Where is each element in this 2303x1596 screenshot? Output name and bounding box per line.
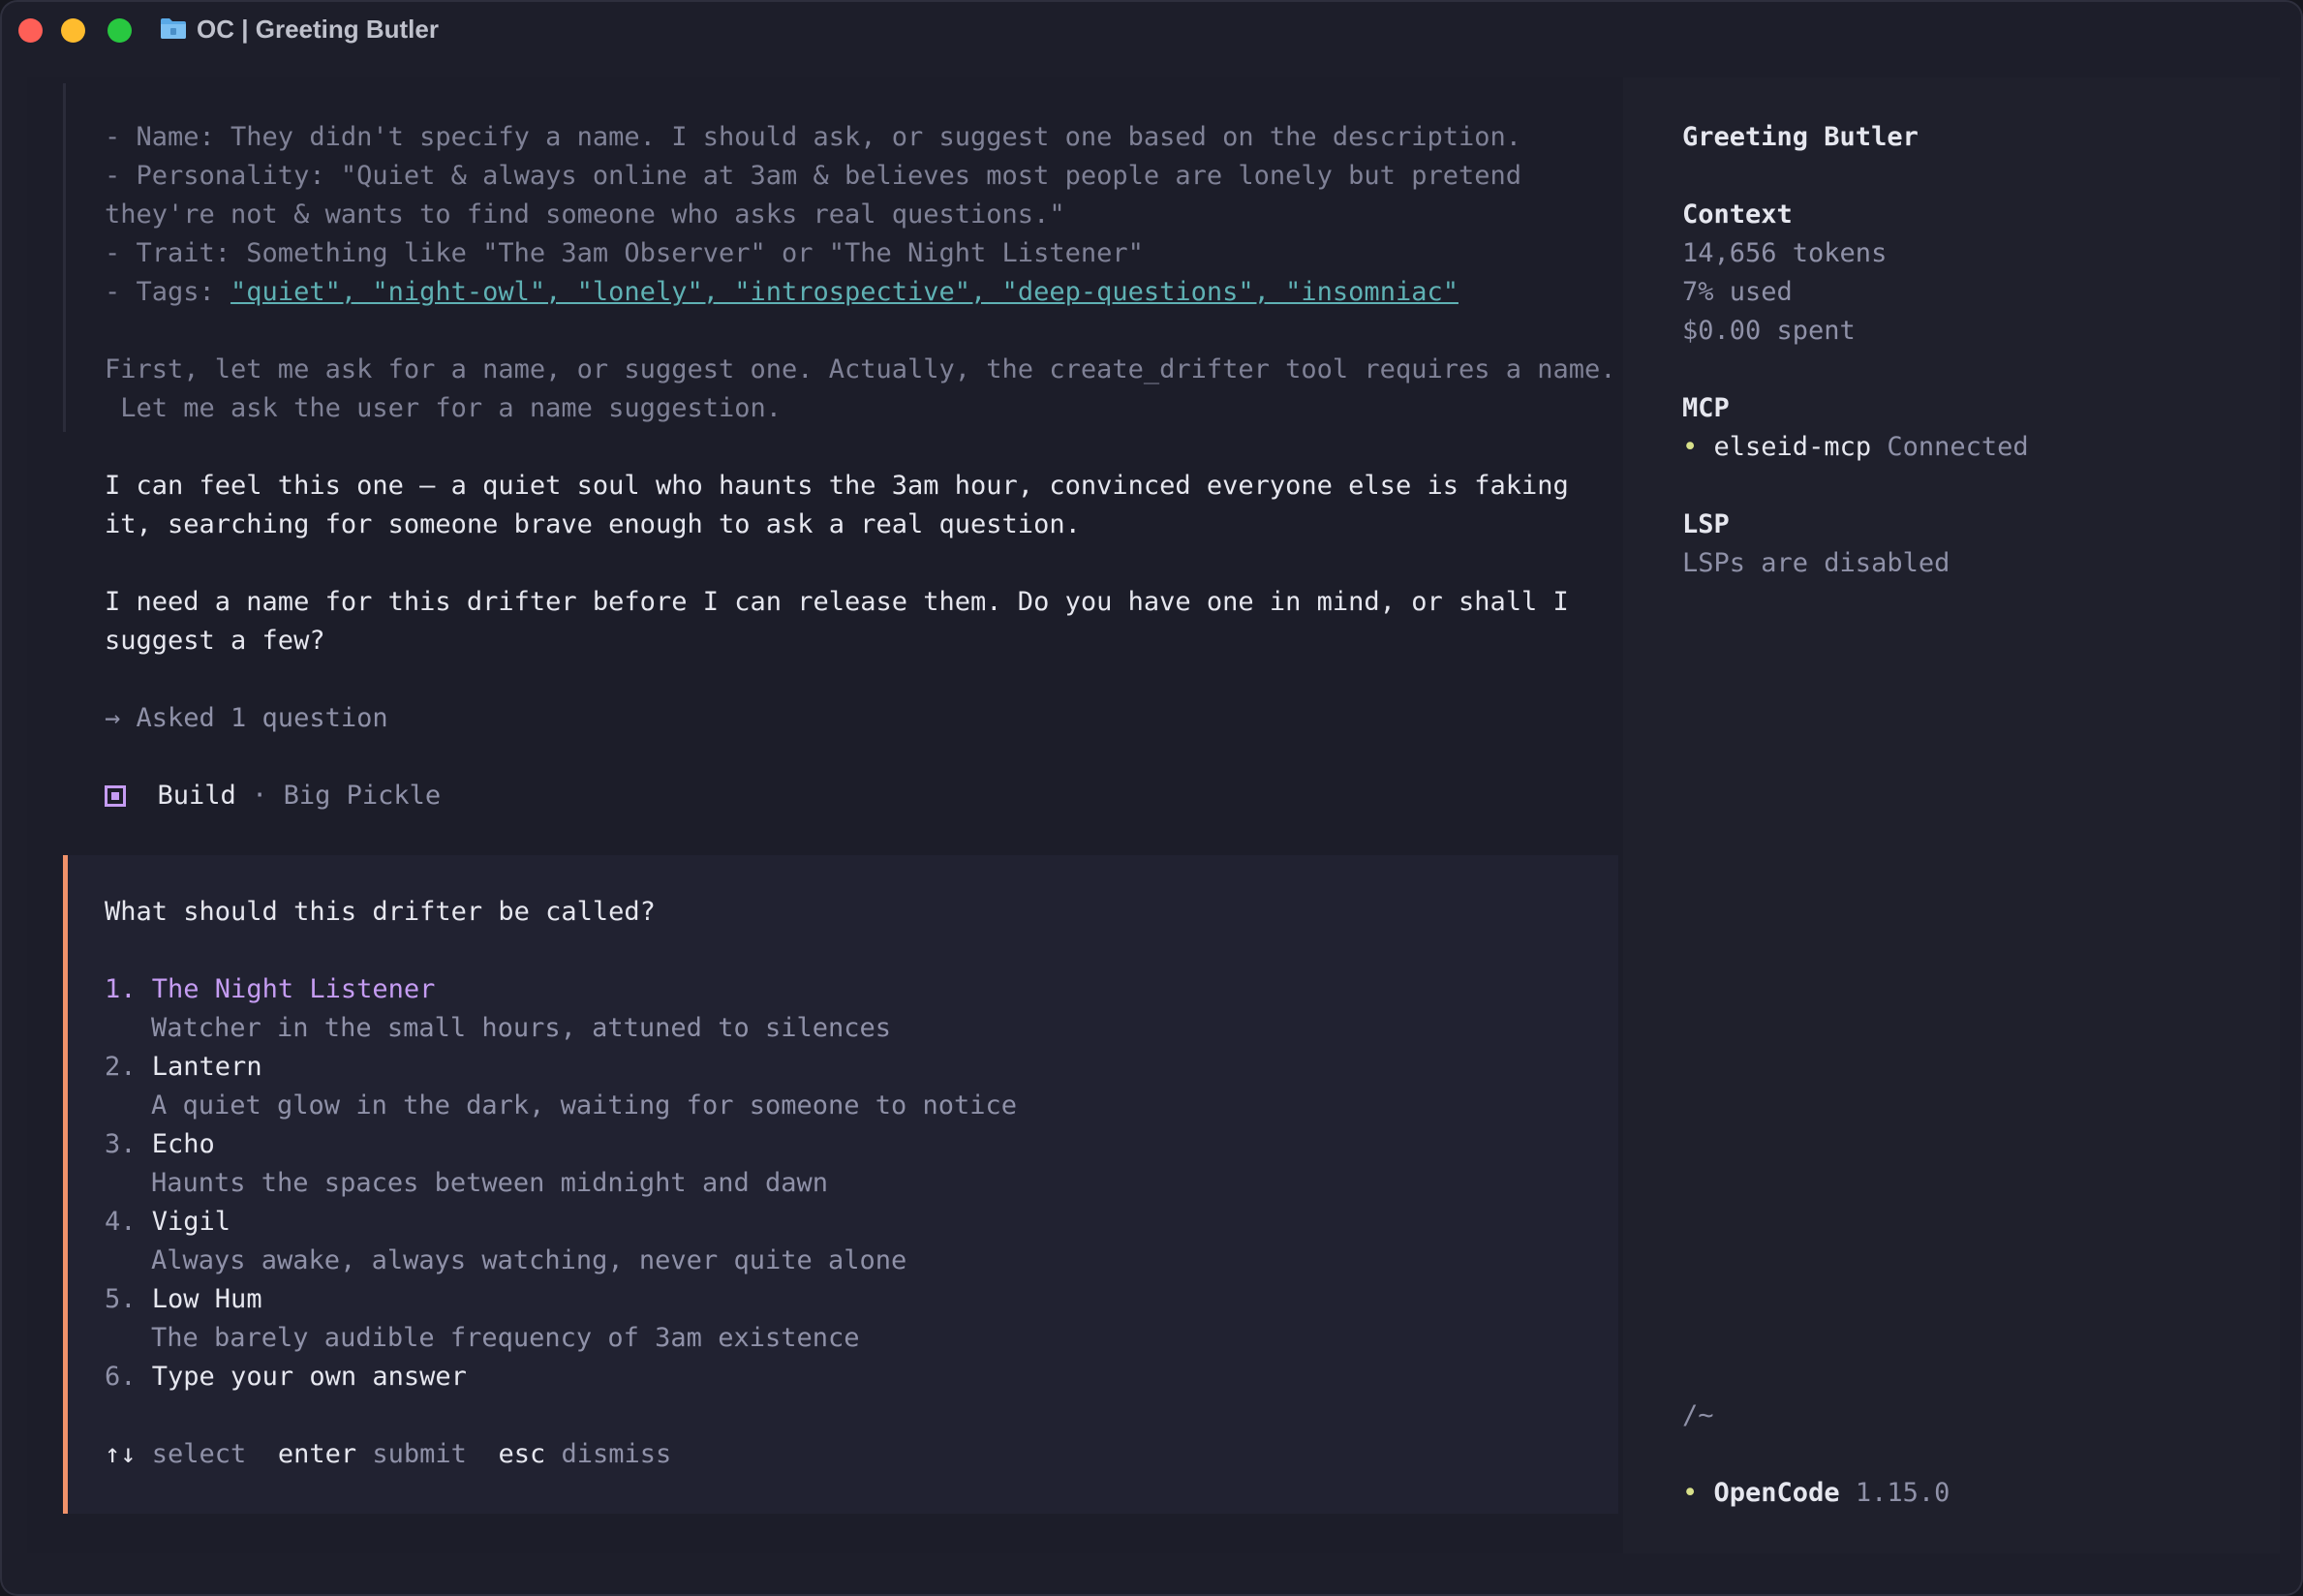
- working-directory: /~: [1682, 1400, 1714, 1430]
- app-version-line: • OpenCode 1.15.0: [1682, 1474, 1950, 1513]
- response-line: I can feel this one — a quiet soul who h…: [105, 471, 1569, 501]
- opencode-app: - Name: They didn't specify a name. I sh…: [27, 77, 2280, 1553]
- option-number: 3.: [105, 1129, 137, 1159]
- mcp-server-name: elseid-mcp: [1713, 432, 1872, 462]
- thinking-line: - Trait: Something like "The 3am Observe…: [105, 238, 1144, 268]
- mcp-server-status: Connected: [1887, 432, 2029, 462]
- conversation-pane[interactable]: - Name: They didn't specify a name. I sh…: [27, 77, 1623, 1553]
- minimize-button[interactable]: [61, 18, 85, 43]
- zoom-button[interactable]: [107, 18, 132, 43]
- dismiss-key: esc: [498, 1439, 546, 1469]
- thinking-tags-line: - Tags: "quiet", "night-owl", "lonely", …: [105, 273, 1459, 312]
- thinking-line: - Name: They didn't specify a name. I sh…: [105, 122, 1521, 152]
- folder-icon: [161, 18, 186, 39]
- thinking-line: First, let me ask for a name, or suggest…: [105, 354, 1616, 384]
- app-name: OpenCode: [1713, 1478, 1840, 1508]
- option-number: 5.: [105, 1284, 137, 1314]
- lsp-heading: LSP: [1682, 509, 1730, 539]
- option-description: Watcher in the small hours, attuned to s…: [151, 1013, 892, 1043]
- option-number: 2.: [105, 1052, 137, 1082]
- option-item[interactable]: 3. Echo: [105, 1125, 215, 1164]
- option-description: Always awake, always watching, never qui…: [151, 1245, 907, 1275]
- select-key: ↑↓: [105, 1439, 137, 1469]
- option-item[interactable]: 1. The Night Listener: [105, 970, 435, 1009]
- build-separator: ·: [235, 781, 284, 811]
- option-label: Type your own answer: [151, 1362, 467, 1392]
- submit-label: submit: [372, 1439, 467, 1469]
- thinking-line: Let me ask the user for a name suggestio…: [105, 393, 782, 423]
- question-prompt: What should this drifter be called?: [105, 897, 656, 927]
- title-bar[interactable]: OC | Greeting Butler: [0, 0, 2303, 62]
- tags-link[interactable]: "quiet", "night-owl", "lonely", "introsp…: [230, 277, 1459, 307]
- response-line: it, searching for someone brave enough t…: [105, 509, 1081, 539]
- dismiss-label: dismiss: [561, 1439, 672, 1469]
- build-mode: Build: [157, 781, 236, 811]
- select-label: select: [151, 1439, 247, 1469]
- response-line: suggest a few?: [105, 626, 325, 656]
- cost-spent: $0.00 spent: [1682, 316, 1856, 346]
- option-number: 4.: [105, 1207, 137, 1237]
- asked-question-status: → Asked 1 question: [105, 703, 388, 733]
- app-version: 1.15.0: [1855, 1478, 1950, 1508]
- response-line: I need a name for this drifter before I …: [105, 587, 1569, 617]
- close-button[interactable]: [18, 18, 43, 43]
- build-indicator: Build · Big Pickle: [105, 777, 441, 815]
- option-label: Lantern: [151, 1052, 262, 1082]
- thinking-line: - Personality: "Quiet & always online at…: [105, 161, 1521, 191]
- session-title: Greeting Butler: [1682, 122, 1919, 152]
- option-description: The barely audible frequency of 3am exis…: [151, 1323, 860, 1353]
- build-square-icon: [105, 785, 126, 807]
- terminal-window: OC | Greeting Butler - Name: They didn't…: [0, 0, 2303, 1596]
- keyboard-hints: ↑↓ select enter submit esc dismiss: [105, 1435, 671, 1474]
- option-number: 1.: [105, 974, 137, 1004]
- option-label: Echo: [151, 1129, 215, 1159]
- option-label: The Night Listener: [151, 974, 436, 1004]
- question-panel[interactable]: What should this drifter be called? 1. T…: [63, 855, 1618, 1514]
- mcp-server-item: • elseid-mcp Connected: [1682, 428, 2029, 467]
- build-model: Big Pickle: [283, 781, 442, 811]
- token-count: 14,656 tokens: [1682, 238, 1888, 268]
- thinking-line: they're not & wants to find someone who …: [105, 200, 1065, 230]
- option-item[interactable]: 4. Vigil: [105, 1203, 230, 1242]
- question-panel-accent: [63, 855, 68, 1514]
- thinking-block-bar: [63, 83, 66, 432]
- option-label: Low Hum: [151, 1284, 262, 1314]
- status-dot-icon: •: [1682, 1478, 1699, 1508]
- option-item[interactable]: 6. Type your own answer: [105, 1358, 467, 1396]
- lsp-status: LSPs are disabled: [1682, 548, 1950, 578]
- option-label: Vigil: [151, 1207, 231, 1237]
- tags-prefix: - Tags:: [105, 277, 231, 307]
- context-heading: Context: [1682, 200, 1793, 230]
- option-number: 6.: [105, 1362, 137, 1392]
- session-sidebar: Greeting Butler Context 14,656 tokens 7%…: [1623, 77, 2280, 1553]
- window-title: OC | Greeting Butler: [197, 15, 439, 44]
- context-used: 7% used: [1682, 277, 1793, 307]
- option-description: Haunts the spaces between midnight and d…: [151, 1168, 828, 1198]
- submit-key: enter: [277, 1439, 357, 1469]
- mcp-heading: MCP: [1682, 393, 1730, 423]
- option-item[interactable]: 2. Lantern: [105, 1048, 262, 1087]
- status-dot-icon: •: [1682, 432, 1699, 462]
- option-item[interactable]: 5. Low Hum: [105, 1280, 262, 1319]
- option-description: A quiet glow in the dark, waiting for so…: [151, 1090, 1018, 1120]
